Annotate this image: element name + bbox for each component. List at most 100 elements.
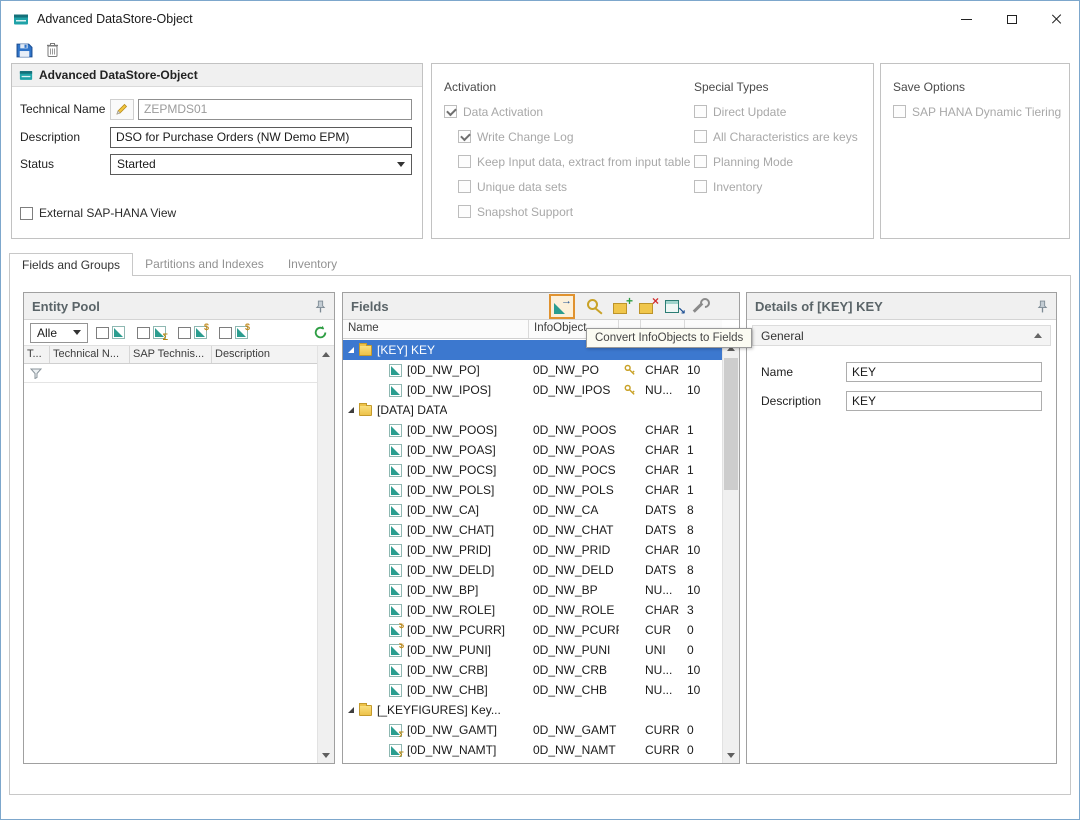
fields-tree-row[interactable]: [0D_NW_CA] 0D_NW_CA DATS 8 <box>343 500 722 520</box>
fields-tree: [KEY] KEY [0D_NW_PO] 0D_NW_PO CHAR 10 [0… <box>343 340 722 763</box>
tree-expand-icon[interactable] <box>348 707 354 713</box>
tab-partitions-and-indexes[interactable]: Partitions and Indexes <box>133 253 276 276</box>
fields-tree-row[interactable]: [0D_NW_PUNI] 0D_NW_PUNI UNI 0 <box>343 640 722 660</box>
filter-checkbox[interactable] <box>219 327 232 339</box>
fields-tree-row[interactable]: [_KEYFIGURES] Key... <box>343 700 722 720</box>
field-datatype: CHAR <box>641 363 685 377</box>
fields-tree-row[interactable]: [0D_NW_CHAT] 0D_NW_CHAT DATS 8 <box>343 520 722 540</box>
pin-icon[interactable] <box>315 300 326 313</box>
scroll-up-icon[interactable] <box>318 346 334 362</box>
fields-tree-row[interactable]: [0D_NW_ROLE] 0D_NW_ROLE CHAR 3 <box>343 600 722 620</box>
row-type-icon <box>389 664 402 677</box>
tab-fields-and-groups[interactable]: Fields and Groups <box>9 253 133 276</box>
edit-pencil-button[interactable] <box>110 99 134 120</box>
fields-tree-row[interactable]: [0D_NW_GAMT] 0D_NW_GAMT CURR 0 <box>343 720 722 740</box>
folder-delete-button[interactable] <box>637 296 659 316</box>
entity-filter[interactable] <box>178 326 212 339</box>
fields-and-groups-page: Entity Pool Alle T...Technical N...SAP T… <box>9 275 1071 795</box>
key-edit-button[interactable] <box>585 296 607 316</box>
activation-box: Activation Data Activation Write Change … <box>431 63 874 239</box>
field-datatype: CUR <box>641 623 685 637</box>
scrollbar-thumb[interactable] <box>724 358 738 490</box>
checkbox-label: Snapshot Support <box>477 205 573 219</box>
entity-filter[interactable] <box>96 326 130 339</box>
refresh-icon[interactable] <box>313 325 328 340</box>
filter-checkbox[interactable] <box>178 327 191 339</box>
maximize-button[interactable] <box>989 1 1034 37</box>
chevron-down-icon <box>397 162 405 167</box>
close-button[interactable] <box>1034 1 1079 37</box>
entity-column-header[interactable]: SAP Technis... <box>130 346 212 363</box>
fields-scrollbar[interactable] <box>722 340 739 763</box>
fields-tree-row[interactable]: [0D_NW_BP] 0D_NW_BP NU... 10 <box>343 580 722 600</box>
checkbox-option: Inventory <box>694 174 858 199</box>
fields-tree-row[interactable]: [0D_NW_POOS] 0D_NW_POOS CHAR 1 <box>343 420 722 440</box>
row-type-icon <box>389 444 402 457</box>
scroll-down-icon[interactable] <box>318 747 334 763</box>
tree-expand-icon[interactable] <box>348 347 354 353</box>
adso-icon <box>19 68 33 82</box>
field-datatype: NU... <box>641 663 685 677</box>
entity-filter[interactable] <box>137 326 171 339</box>
description-input[interactable] <box>110 127 412 148</box>
entity-filter-row[interactable] <box>24 364 317 383</box>
tab-inventory[interactable]: Inventory <box>276 253 349 276</box>
fields-tree-row[interactable]: [0D_NW_PO] 0D_NW_PO CHAR 10 <box>343 360 722 380</box>
minimize-button[interactable] <box>944 1 989 37</box>
filter-checkbox[interactable] <box>96 327 109 339</box>
fields-tree-row[interactable]: [DATA] DATA <box>343 400 722 420</box>
tooltip: Convert InfoObjects to Fields <box>586 328 752 348</box>
convert-infoobjects-button[interactable] <box>549 294 575 319</box>
detail-name-input[interactable] <box>846 362 1042 382</box>
field-datatype: DATS <box>641 523 685 537</box>
checkbox-label: Direct Update <box>713 105 786 119</box>
field-length: 1 <box>685 483 722 497</box>
checkbox-label: SAP HANA Dynamic Tiering <box>912 105 1061 119</box>
column-header-name[interactable]: Name <box>343 320 529 338</box>
field-name: [0D_NW_DELD] <box>407 563 494 577</box>
field-length: 0 <box>685 643 722 657</box>
fields-tree-row[interactable]: [0D_NW_DELD] 0D_NW_DELD DATS 8 <box>343 560 722 580</box>
wrench-button[interactable] <box>689 296 711 316</box>
checkbox-option: Write Change Log <box>458 124 690 149</box>
field-name: [0D_NW_POOS] <box>407 423 497 437</box>
field-datatype: CHAR <box>641 603 685 617</box>
field-infoobject: 0D_NW_POAS <box>529 443 619 457</box>
external-hana-view-option[interactable]: External SAP-HANA View <box>20 201 176 226</box>
field-infoobject: 0D_NW_POCS <box>529 463 619 477</box>
fields-tree-row[interactable]: [0D_NW_POCS] 0D_NW_POCS CHAR 1 <box>343 460 722 480</box>
fields-tree-row[interactable]: [0D_NW_CRB] 0D_NW_CRB NU... 10 <box>343 660 722 680</box>
app-window: Advanced DataStore-Object Advanced DataS… <box>0 0 1080 820</box>
fields-tree-row[interactable]: [0D_NW_PCURR] 0D_NW_PCURR CUR 0 <box>343 620 722 640</box>
fields-tree-row[interactable]: [0D_NW_PRID] 0D_NW_PRID CHAR 10 <box>343 540 722 560</box>
entity-filter-select[interactable]: Alle <box>30 323 88 343</box>
tree-expand-icon[interactable] <box>348 407 354 413</box>
table-move-button[interactable] <box>663 296 685 316</box>
folder-add-button[interactable] <box>611 296 633 316</box>
field-length: 8 <box>685 503 722 517</box>
entity-filter[interactable] <box>219 326 253 339</box>
scroll-down-icon[interactable] <box>723 747 739 763</box>
entity-scrollbar[interactable] <box>317 346 334 763</box>
fields-tree-row[interactable]: [0D_NW_CHB] 0D_NW_CHB NU... 10 <box>343 680 722 700</box>
fields-tree-row[interactable]: [0D_NW_IPOS] 0D_NW_IPOS NU... 10 <box>343 380 722 400</box>
external-hana-view-checkbox[interactable] <box>20 207 33 220</box>
field-name: [0D_NW_POAS] <box>407 443 496 457</box>
status-select[interactable]: Started <box>110 154 412 175</box>
pin-icon[interactable] <box>1037 300 1048 313</box>
general-section-header[interactable]: General <box>752 325 1051 346</box>
technical-name-input[interactable] <box>138 99 412 120</box>
fields-tree-row[interactable]: [0D_NW_POLS] 0D_NW_POLS CHAR 1 <box>343 480 722 500</box>
field-infoobject: 0D_NW_PO <box>529 363 619 377</box>
fields-tree-row[interactable]: [0D_NW_NAMT] 0D_NW_NAMT CURR 0 <box>343 740 722 760</box>
checkbox-option: Data Activation <box>444 99 690 124</box>
entity-column-header[interactable]: T... <box>24 346 50 363</box>
delete-button[interactable] <box>45 42 60 58</box>
entity-column-header[interactable]: Description <box>212 346 317 363</box>
save-button[interactable] <box>16 42 33 59</box>
row-type-icon <box>389 484 402 497</box>
detail-description-input[interactable] <box>846 391 1042 411</box>
filter-checkbox[interactable] <box>137 327 150 339</box>
fields-tree-row[interactable]: [0D_NW_POAS] 0D_NW_POAS CHAR 1 <box>343 440 722 460</box>
entity-column-header[interactable]: Technical N... <box>50 346 130 363</box>
